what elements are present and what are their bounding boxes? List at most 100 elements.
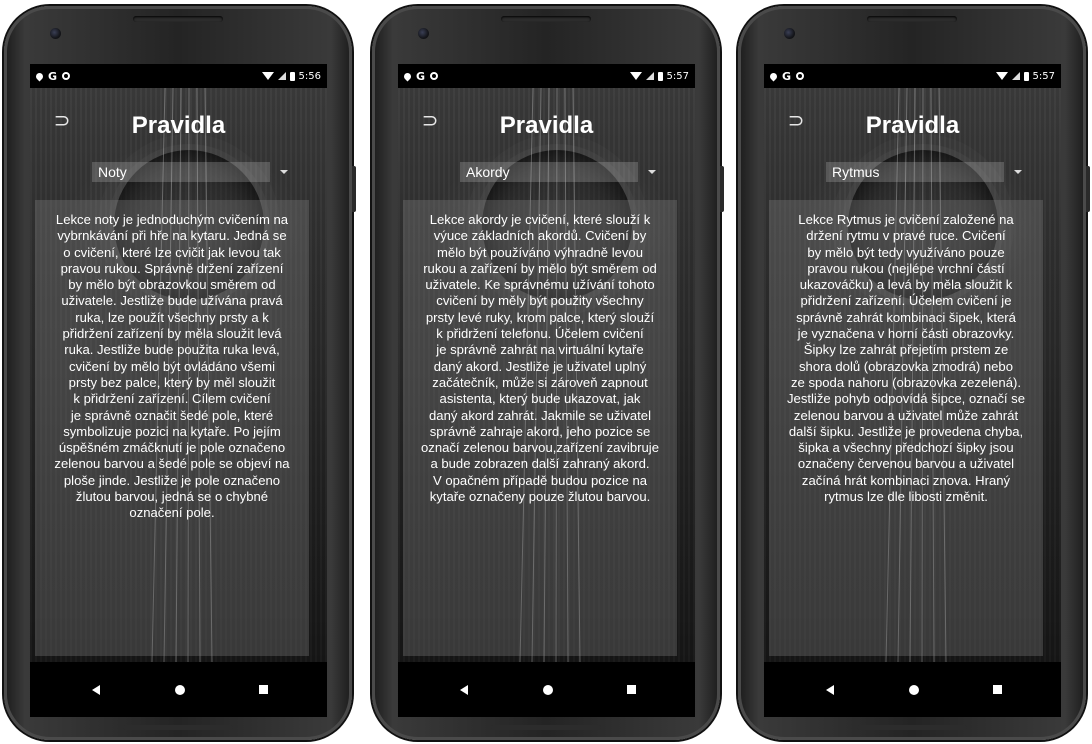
- rules-line: prsty levé ruky, krom palce, který slouž…: [425, 309, 655, 325]
- lesson-dropdown[interactable]: Noty: [92, 162, 288, 182]
- page-title: Pravidla: [865, 112, 960, 139]
- speaker-grille: [501, 16, 591, 22]
- rules-line: správně zahraje akord, jeho pozice se: [429, 423, 651, 439]
- rules-line: výuce základních akordů. Cvičení by: [433, 228, 647, 244]
- rules-line: je správně označit šedé pole, které: [70, 407, 274, 423]
- rules-line: přidržení zařízení. Účelem cvičení je: [800, 293, 1012, 309]
- rules-line: daný akord. Jestliže je uživatel uplný: [433, 358, 647, 374]
- rules-line: označí zelenou barvou,zařízení zavibruje: [420, 440, 659, 456]
- nav-bar: [764, 662, 1061, 717]
- chevron-down-icon: [1014, 170, 1022, 174]
- rules-text: Lekce Rytmus je cvičení založené na drže…: [769, 200, 1043, 656]
- nav-back-icon[interactable]: [92, 685, 100, 695]
- signal-icon: [277, 72, 286, 80]
- rules-line: Lekce Rytmus je cvičení založené na: [798, 212, 1014, 227]
- power-button: [1086, 166, 1090, 212]
- rules-line: ploše jinde. Jestliže je pole označeno: [63, 472, 281, 488]
- rules-line: Šipky lze zahrát přejetím prstem ze: [803, 342, 1009, 358]
- location-icon: [768, 71, 779, 81]
- rules-line: Lekce noty je jednoduchým cvičením na: [55, 212, 289, 227]
- rules-line: o cvičení, které lze cvičit jak levou ta…: [63, 244, 281, 260]
- phone-frame: G 5:57 ⊃ Pravidla Akordy Lekce akordy je…: [372, 6, 724, 740]
- location-icon: [402, 71, 413, 81]
- rules-line: držení rytmu v pravé ruce. Cvičení: [806, 228, 1006, 244]
- google-icon: G: [416, 69, 426, 83]
- google-icon: G: [48, 69, 58, 83]
- chevron-down-icon: [280, 170, 288, 174]
- wifi-icon: [629, 72, 642, 80]
- phone-screen: G 5:57 ⊃ Pravidla Akordy Lekce akordy je…: [398, 64, 695, 717]
- page-title: Pravidla: [499, 112, 594, 139]
- location-icon: [34, 71, 45, 81]
- nav-recents-icon[interactable]: [627, 685, 636, 694]
- speaker-grille: [133, 16, 223, 22]
- rules-line: symbolizuje pozici na kytaře. Po jejím: [63, 423, 281, 439]
- rules-line: ruka. Jestliže bude použita ruka levá,: [64, 342, 280, 358]
- battery-icon: [1023, 71, 1029, 81]
- nav-home-icon[interactable]: [909, 685, 919, 695]
- dropdown-value: Akordy: [466, 164, 510, 180]
- power-button: [720, 166, 724, 212]
- nav-home-icon[interactable]: [543, 685, 553, 695]
- rules-line: rukou a zařízení by mělo být směrem od: [423, 260, 657, 276]
- rules-line: Jestliže pohyb odpovídá šipce, označí se: [786, 391, 1025, 407]
- signal-icon: [645, 72, 654, 80]
- nav-bar: [398, 662, 695, 717]
- rules-text: Lekce noty je jednoduchým cvičením na vy…: [35, 200, 309, 656]
- rules-line: daný akord zahrát. Jakmile se uživatel: [429, 407, 651, 423]
- rules-line: další šipku. Jestliže je provedena chyba…: [788, 423, 1024, 439]
- rules-line: by mělo být tedy využíváno pouze: [807, 244, 1005, 260]
- rules-line: ruka, lze použít všechny prsty a k: [75, 309, 269, 325]
- status-time: 5:57: [1032, 70, 1055, 82]
- rules-line: zelenou barvou a šedé pole se objeví na: [54, 456, 290, 472]
- rules-line: žlutou barvou, jedná se o chybné: [75, 489, 269, 505]
- front-camera: [50, 28, 61, 39]
- bottom-speaker: [123, 725, 233, 730]
- status-time: 5:56: [298, 70, 321, 82]
- rules-line: označeny červenou barvou a uživatel: [797, 456, 1015, 472]
- rules-line: je vyznačena v horní části obrazovky.: [797, 326, 1015, 342]
- circle-icon: [62, 72, 71, 80]
- rules-line: zelenou barvou a uživatel může zahrát: [793, 407, 1019, 423]
- front-camera: [784, 28, 795, 39]
- lesson-dropdown[interactable]: Akordy: [460, 162, 656, 182]
- rules-line: ukazováčku) a levá by měla sloužit k: [799, 277, 1013, 293]
- google-icon: G: [782, 69, 792, 83]
- battery-icon: [657, 71, 663, 81]
- rules-line: by mělo být obrazovkou směrem od: [68, 277, 276, 293]
- page-title: Pravidla: [131, 112, 226, 139]
- nav-home-icon[interactable]: [175, 685, 185, 695]
- lesson-dropdown[interactable]: Rytmus: [826, 162, 1022, 182]
- phone-frame: G 5:57 ⊃ Pravidla Rytmus Lekce Rytmus je…: [738, 6, 1090, 740]
- phone-frame: G 5:56 ⊃ Pravidla Noty Lekce noty je jed…: [4, 6, 356, 740]
- nav-recents-icon[interactable]: [259, 685, 268, 694]
- rules-line: prsty bez palce, který by měl sloužit: [68, 374, 276, 390]
- status-bar: G 5:57: [764, 64, 1061, 88]
- nav-back-icon[interactable]: [460, 685, 468, 695]
- rules-line: shora dolů (obrazovka zmodrá) nebo: [799, 358, 1013, 374]
- rules-line: rytmus lze dle libosti změnit.: [824, 489, 988, 505]
- rules-line: vybrnkávání při hře na kytaru. Jedná se: [57, 228, 287, 244]
- status-time: 5:57: [666, 70, 689, 82]
- rules-line: je správně zahrát na virtuální kytaře: [436, 342, 644, 358]
- wifi-icon: [995, 72, 1008, 80]
- rules-line: úspěšném zmáčknutí je pole označeno: [58, 440, 286, 456]
- app-content: ⊃ Pravidla Akordy Lekce akordy je cvičen…: [398, 88, 695, 662]
- phone-screen: G 5:56 ⊃ Pravidla Noty Lekce noty je jed…: [30, 64, 327, 717]
- rules-line: začíná hrát kombinaci znova. Hraný: [801, 472, 1011, 488]
- nav-recents-icon[interactable]: [993, 685, 1002, 694]
- rules-line: začátečník, může si zároveň zapnout: [432, 374, 648, 390]
- rules-line: správně zahrát kombinaci šipek, která: [796, 309, 1016, 325]
- signal-icon: [1011, 72, 1020, 80]
- rules-line: k přidržení zařízení. Cílem cvičení: [73, 391, 271, 407]
- rules-line: cvičení by mělo být ovládáno všemi: [69, 358, 275, 374]
- status-bar: G 5:57: [398, 64, 695, 88]
- rules-line: mělo být používáno výhradně levou: [437, 244, 643, 260]
- rules-line: přidržení zařízení by měla sloužit levá: [62, 326, 282, 342]
- rules-line: uživatele. Jestliže bude užívána pravá: [61, 293, 283, 309]
- rules-line: uživatele. Ke správnému užívání tohoto: [425, 277, 655, 293]
- rules-line: ze spoda nahoru (obrazovka zezelená).: [790, 374, 1021, 390]
- rules-line: V opačném případě budou pozice na: [432, 472, 648, 488]
- nav-back-icon[interactable]: [826, 685, 834, 695]
- rules-text: Lekce akordy je cvičení, které slouží k …: [403, 200, 677, 656]
